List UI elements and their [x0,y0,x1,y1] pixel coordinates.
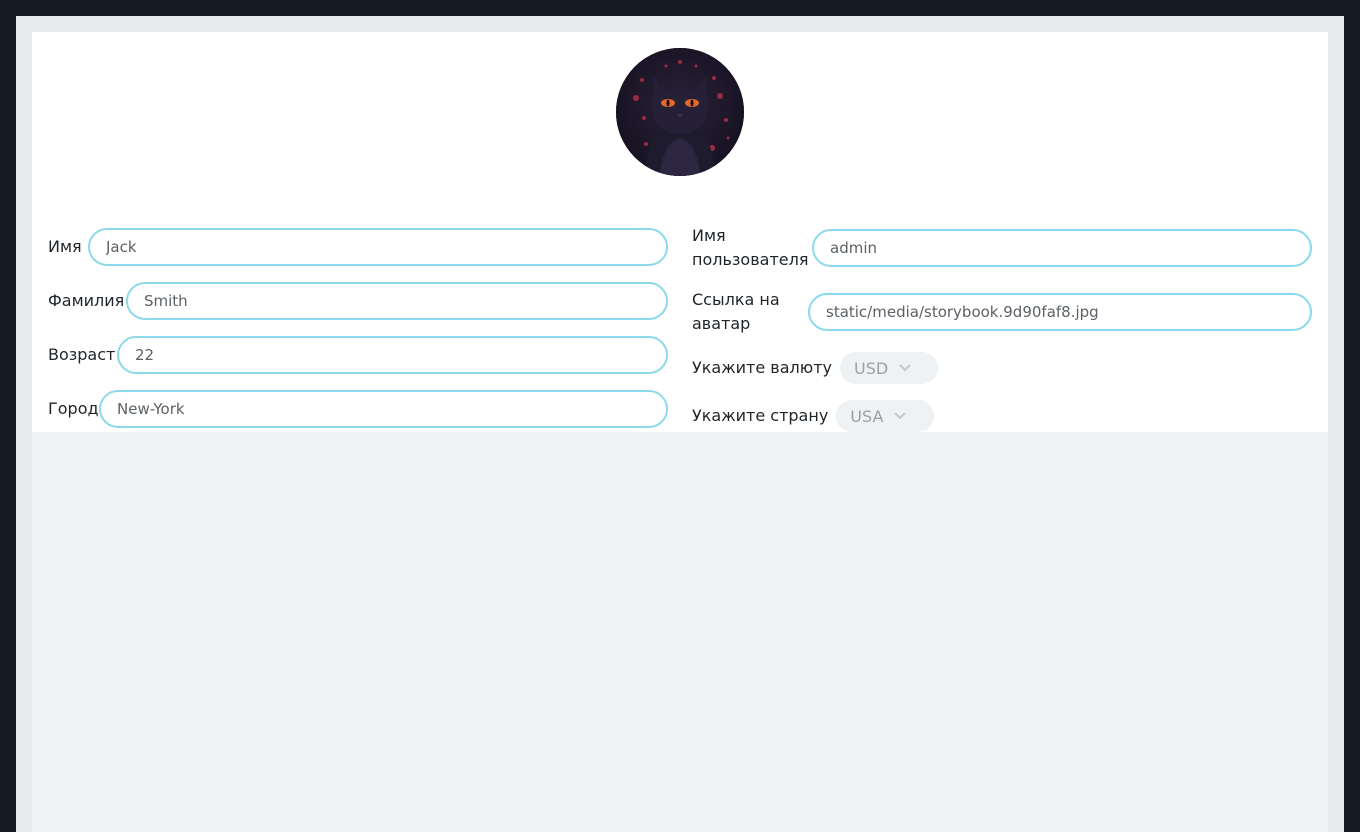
profile-card: Имя Фамилия Возраст Город [32,32,1328,432]
country-label: Укажите страну [692,406,829,425]
age-label: Возраст [48,345,116,364]
first-name-label: Имя [48,237,82,256]
username-row: Имя пользователя [692,224,1312,272]
username-input[interactable] [812,229,1312,267]
avatar-link-row: Ссылка на аватар [692,288,1312,336]
username-label: Имя пользователя [692,226,809,269]
city-label: Город [48,399,99,418]
last-name-label: Фамилия [48,291,125,310]
cat-avatar-image [616,48,744,176]
age-row: Возраст [48,336,668,374]
last-name-row: Фамилия [48,282,668,320]
city-input[interactable] [99,390,668,428]
first-name-input[interactable] [88,228,668,266]
chevron-down-icon [893,411,907,421]
country-value: USA [850,406,884,426]
first-name-row: Имя [48,228,668,266]
avatar-link-input[interactable] [808,293,1312,331]
city-row: Город [48,390,668,428]
country-select[interactable]: USA [836,400,935,432]
currency-value: USD [854,358,889,378]
age-input[interactable] [117,336,668,374]
page-background: Имя Фамилия Возраст Город [32,32,1328,832]
country-row: Укажите страну USA [692,400,935,432]
chevron-down-icon [898,363,912,373]
avatar [616,48,744,176]
currency-label: Укажите валюту [692,358,832,377]
avatar-link-label: Ссылка на аватар [692,290,780,333]
currency-row: Укажите валюту USD [692,352,938,384]
currency-select[interactable]: USD [840,352,938,384]
app-frame: Имя Фамилия Возраст Город [16,16,1344,832]
last-name-input[interactable] [126,282,668,320]
